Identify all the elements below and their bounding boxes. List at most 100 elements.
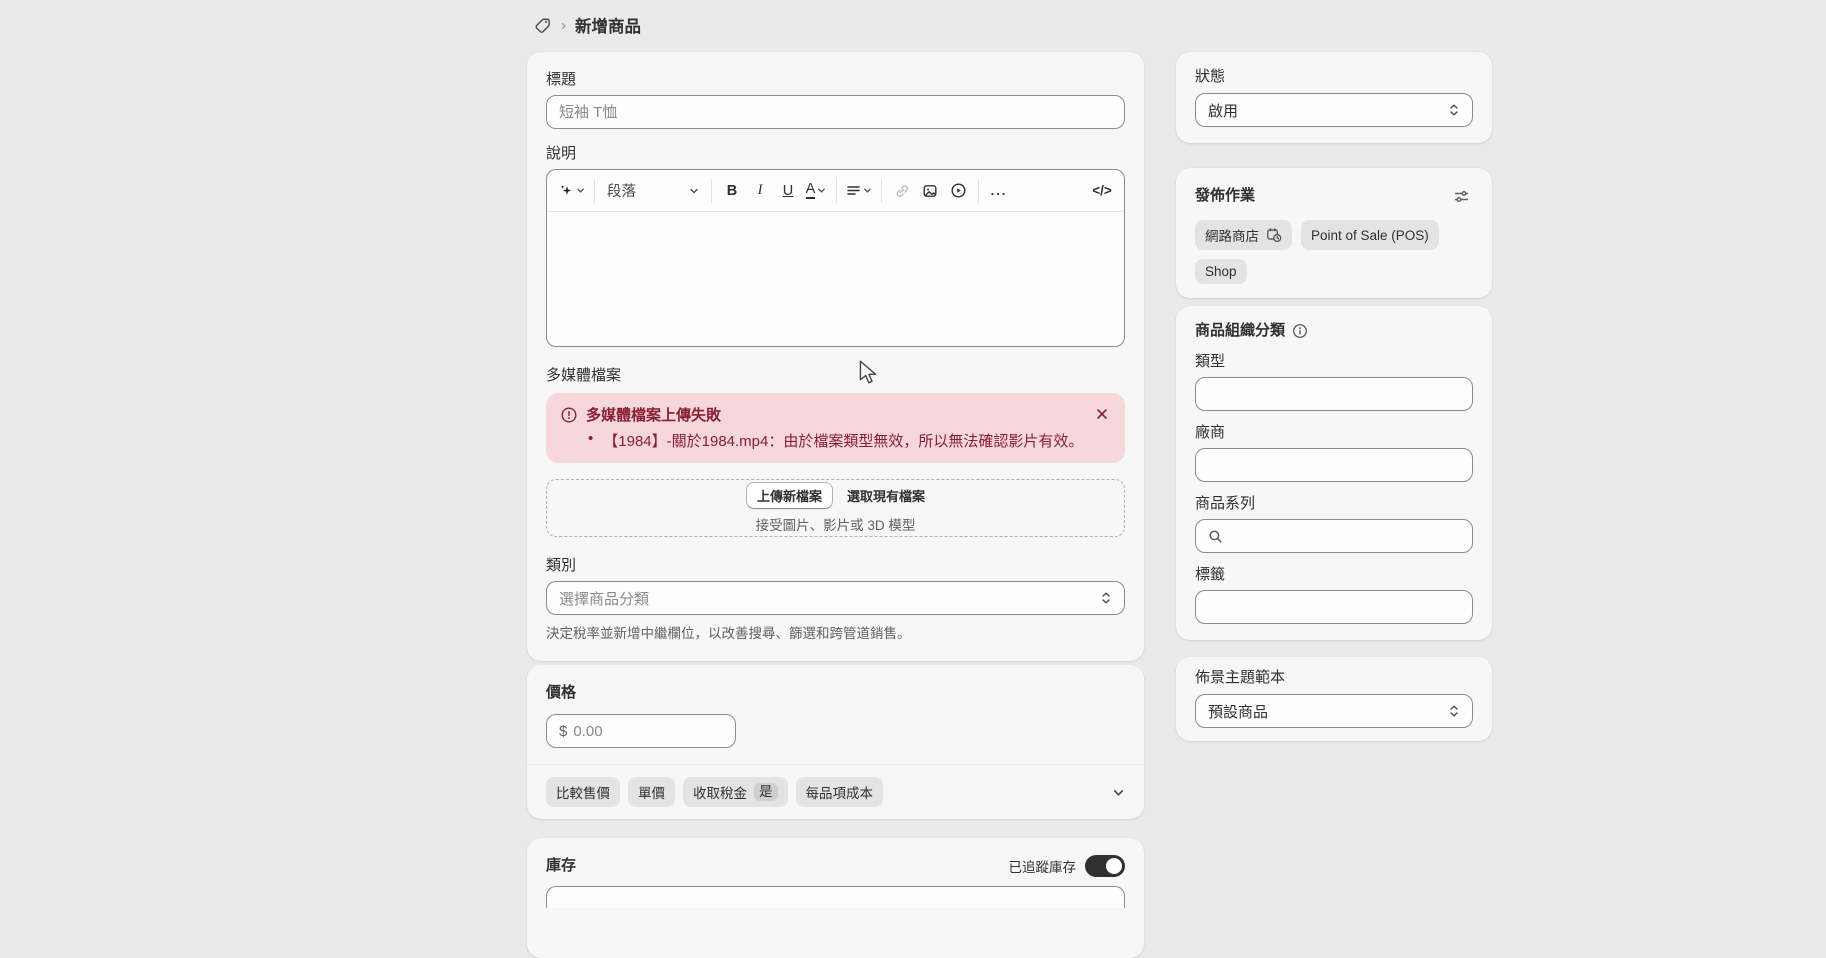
type-label: 類型 [1195, 353, 1473, 371]
chip-label: Point of Sale (POS) [1311, 228, 1429, 243]
media-dropzone[interactable]: 上傳新檔案 選取現有檔案 接受圖片、影片或 3D 模型 [546, 479, 1125, 537]
status-select[interactable]: 啟用 [1195, 93, 1473, 127]
link-icon [894, 183, 910, 199]
publishing-card: 發佈作業 網路商店 Point of Sale (POS) Shop [1176, 168, 1492, 298]
bold-button[interactable]: B [718, 177, 746, 205]
sliders-icon [1453, 188, 1470, 205]
rich-text-editor: 段落 B I U A [546, 169, 1125, 347]
search-icon [1208, 529, 1223, 544]
compare-at-price-chip[interactable]: 比較售價 [546, 777, 620, 807]
select-existing-file-button[interactable]: 選取現有檔案 [847, 486, 925, 505]
calendar-clock-icon [1266, 227, 1282, 243]
chevron-down-icon [863, 186, 872, 195]
video-play-icon [950, 182, 967, 199]
vendor-input-wrap[interactable] [1195, 448, 1473, 482]
expand-pricing-button[interactable] [1112, 786, 1125, 799]
chip-label: 單價 [638, 782, 665, 802]
theme-template-select[interactable]: 預設商品 [1195, 694, 1473, 728]
info-icon[interactable] [1292, 323, 1308, 339]
price-input[interactable] [573, 723, 723, 740]
text-color-button[interactable]: A [802, 177, 830, 205]
status-value: 啟用 [1208, 100, 1238, 121]
collections-search-input[interactable] [1231, 528, 1460, 545]
chip-label: Shop [1205, 264, 1237, 279]
toolbar-divider [594, 179, 595, 203]
charge-tax-value-badge: 是 [754, 783, 778, 801]
tags-input[interactable] [1208, 599, 1460, 616]
organization-heading: 商品組織分類 [1195, 322, 1285, 340]
insert-video-button[interactable] [944, 177, 972, 205]
select-updown-icon [1448, 704, 1460, 718]
select-updown-icon [1448, 103, 1460, 117]
paragraph-style-dropdown[interactable]: 段落 [601, 180, 705, 201]
alert-circle-icon [560, 406, 578, 424]
status-card: 狀態 啟用 [1176, 52, 1492, 143]
chevron-down-icon [689, 186, 699, 196]
category-select[interactable]: 選擇商品分類 [546, 581, 1125, 615]
chevron-down-icon [817, 186, 826, 195]
type-input-wrap[interactable] [1195, 377, 1473, 411]
channel-shop-chip[interactable]: Shop [1195, 259, 1247, 284]
editor-toolbar: 段落 B I U A [547, 170, 1124, 212]
title-input-wrap[interactable] [546, 95, 1125, 129]
sparkle-icon [558, 183, 574, 199]
toolbar-divider [711, 179, 712, 203]
bold-icon: B [727, 183, 737, 199]
vendor-input[interactable] [1208, 457, 1460, 474]
title-label: 標題 [546, 71, 1125, 89]
category-placeholder: 選擇商品分類 [559, 588, 649, 609]
channel-online-store-chip[interactable]: 網路商店 [1195, 220, 1292, 250]
insert-image-button[interactable] [916, 177, 944, 205]
ellipsis-icon: ... [991, 183, 1008, 198]
upload-new-file-button[interactable]: 上傳新檔案 [746, 482, 833, 509]
underline-icon: U [783, 183, 793, 199]
vendor-label: 廠商 [1195, 424, 1473, 442]
products-tag-icon[interactable] [533, 16, 552, 35]
theme-template-value: 預設商品 [1208, 701, 1268, 722]
toolbar-divider [881, 179, 882, 203]
pricing-divider [527, 764, 1144, 765]
alignment-button[interactable] [843, 177, 875, 205]
theme-template-label: 佈景主題範本 [1195, 669, 1473, 687]
chip-label: 網路商店 [1205, 225, 1259, 245]
breadcrumb-chevron-icon: › [561, 17, 566, 34]
pricing-card: 價格 $ 比較售價 單價 收取稅金 是 每品項成本 [527, 665, 1144, 819]
toolbar-divider [978, 179, 979, 203]
status-label: 狀態 [1195, 68, 1473, 86]
unit-price-chip[interactable]: 單價 [628, 777, 675, 807]
italic-button[interactable]: I [746, 177, 774, 205]
show-html-button[interactable]: </> [1088, 177, 1116, 205]
collections-label: 商品系列 [1195, 495, 1473, 513]
description-editor-area[interactable] [547, 212, 1124, 346]
tags-input-wrap[interactable] [1195, 590, 1473, 624]
type-input[interactable] [1208, 386, 1460, 403]
product-details-card: 標題 說明 段落 B [527, 52, 1144, 661]
link-button[interactable] [888, 177, 916, 205]
error-bullet: • [588, 430, 593, 451]
dismiss-error-button[interactable] [1091, 403, 1113, 425]
track-inventory-label: 已追蹤庫存 [1009, 856, 1077, 876]
chip-label: 每品項成本 [806, 782, 874, 802]
ai-magic-button[interactable] [555, 177, 588, 205]
image-icon [922, 183, 938, 199]
category-help-text: 決定稅率並新增中繼欄位，以改善搜尋、篩選和跨管道銷售。 [546, 622, 1125, 642]
product-organization-card: 商品組織分類 類型 廠商 商品系列 標籤 [1176, 306, 1492, 640]
inventory-quantity-input-partial[interactable] [546, 886, 1125, 908]
page-title: 新增商品 [575, 13, 641, 37]
media-upload-error-banner: 多媒體檔案上傳失敗 • 【1984】-關於1984.mp4：由於檔案類型無效，所… [546, 393, 1125, 463]
toggle-knob [1106, 858, 1122, 874]
cost-per-item-chip[interactable]: 每品項成本 [796, 777, 884, 807]
underline-button[interactable]: U [774, 177, 802, 205]
track-inventory-toggle[interactable] [1085, 855, 1125, 877]
inventory-card: 庫存 已追蹤庫存 [527, 838, 1144, 958]
collections-input-wrap[interactable] [1195, 519, 1473, 553]
charge-tax-chip[interactable]: 收取稅金 是 [683, 777, 788, 807]
more-options-button[interactable]: ... [985, 177, 1013, 205]
currency-prefix: $ [559, 723, 567, 740]
channel-pos-chip[interactable]: Point of Sale (POS) [1301, 220, 1439, 250]
title-input[interactable] [559, 104, 1112, 121]
manage-channels-button[interactable] [1449, 184, 1473, 208]
close-icon [1096, 408, 1108, 420]
price-input-wrap[interactable]: $ [546, 714, 736, 748]
chip-label: 收取稅金 [693, 782, 747, 802]
